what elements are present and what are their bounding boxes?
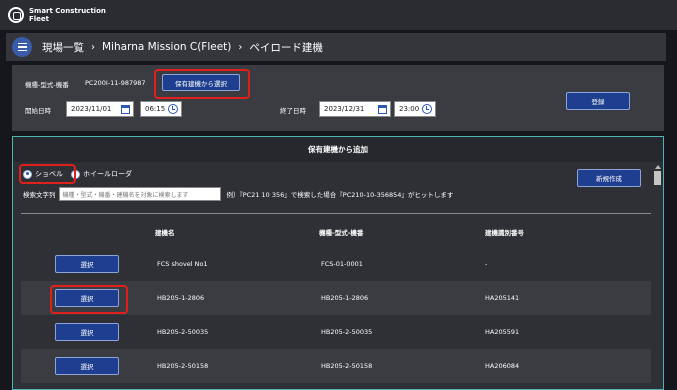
- radio-wheel-loader-label[interactable]: ホイールローダ: [83, 169, 132, 179]
- machine-model: HB205-2-50158: [321, 362, 373, 370]
- breadcrumb: 現場一覧 › Miharna Mission C(Fleet) › ペイロード建…: [6, 33, 666, 61]
- new-machine-button[interactable]: 新規作成: [577, 169, 641, 187]
- end-date-value: 2023/12/31: [324, 105, 365, 113]
- radio-shovel-label[interactable]: ショベル: [35, 169, 63, 179]
- modal-title: 保有建機から追加: [13, 137, 663, 162]
- radio-shovel[interactable]: [23, 169, 32, 179]
- app-header: Smart Construction Fleet: [0, 0, 677, 30]
- select-button[interactable]: 選択: [55, 289, 119, 307]
- owned-machine-modal: 保有建機から追加 ショベル ホイールローダ 新規作成 検索文字列 機種・型式・機…: [12, 136, 664, 390]
- machine-model: FCS-01-0001: [321, 260, 363, 268]
- calendar-icon[interactable]: [378, 105, 387, 114]
- table-row: 選択 HB205-1-2806 HB205-1-2806 HA205141: [21, 281, 651, 315]
- start-date-value: 2023/11/01: [71, 105, 112, 113]
- machine-id: -: [485, 260, 488, 268]
- machine-id: HA205141: [485, 294, 520, 302]
- scrollbar[interactable]: [654, 165, 661, 389]
- machine-name: HB205-2-50158: [157, 362, 209, 370]
- search-placeholder: 機種・型式・機番・建機名を対象に検索します: [62, 191, 189, 199]
- model-value: PC200I-11-987987: [85, 79, 146, 87]
- breadcrumb-item-site-list[interactable]: 現場一覧: [42, 40, 84, 55]
- table-row: 選択 HB205-2-50035 HB205-2-50035 HA205591: [21, 315, 651, 349]
- select-owned-machine-button[interactable]: 保有建機から選択: [162, 74, 240, 91]
- start-time-field[interactable]: 06:15: [140, 101, 182, 117]
- machine-type-radio-group: ショベル ホイールローダ: [23, 169, 132, 179]
- column-header-name: 建機名: [155, 229, 175, 237]
- table-row: 選択 HB205-2-50158 HB205-2-50158 HA206084: [21, 349, 651, 383]
- start-date-field[interactable]: 2023/11/01: [66, 101, 134, 117]
- machine-id: HA206084: [485, 362, 520, 370]
- column-header-model: 機種-型式-機番: [319, 229, 364, 237]
- brand-name: Smart Construction Fleet: [29, 7, 106, 23]
- brand-line1: Smart Construction: [29, 7, 106, 15]
- search-label: 検索文字列: [23, 191, 56, 199]
- machine-name: FCS shovel No1: [157, 260, 208, 268]
- machine-name: HB205-1-2806: [157, 294, 205, 302]
- table-row: 選択 FCS shovel No1 FCS-01-0001 -: [21, 247, 651, 281]
- brand-line2: Fleet: [29, 15, 50, 23]
- end-date-field[interactable]: 2023/12/31: [319, 101, 391, 117]
- machine-model: HB205-1-2806: [321, 294, 369, 302]
- clock-icon[interactable]: [168, 104, 178, 114]
- chevron-right-icon: ›: [238, 41, 243, 53]
- divider: [21, 213, 651, 214]
- breadcrumb-item-current: ペイロード建機: [249, 41, 323, 54]
- machine-name: HB205-2-50035: [157, 328, 209, 336]
- clock-icon[interactable]: [422, 104, 432, 114]
- machine-form: 機種-型式-機番 PC200I-11-987987 保有建機から選択 登録 開始…: [12, 65, 664, 131]
- end-datetime-label: 終了日時: [280, 107, 306, 115]
- end-time-value: 23:00: [399, 105, 420, 113]
- model-label: 機種-型式-機番: [25, 81, 69, 89]
- search-hint: 例）『PC21 10 356』で検索した場合『PC210-10-356854』が…: [226, 191, 454, 199]
- select-button[interactable]: 選択: [55, 357, 119, 375]
- register-button[interactable]: 登録: [566, 92, 630, 110]
- select-button[interactable]: 選択: [55, 323, 119, 341]
- machine-id: HA205591: [485, 328, 520, 336]
- calendar-icon[interactable]: [121, 105, 130, 114]
- start-datetime-label: 開始日時: [25, 107, 51, 115]
- machine-model: HB205-2-50035: [321, 328, 373, 336]
- menu-button[interactable]: [12, 37, 32, 57]
- search-row: 検索文字列 機種・型式・機番・建機名を対象に検索します 例）『PC21 10 3…: [23, 187, 453, 201]
- scroll-thumb[interactable]: [654, 171, 661, 185]
- start-time-value: 06:15: [145, 105, 166, 113]
- select-button[interactable]: 選択: [55, 255, 119, 273]
- radio-wheel-loader[interactable]: [71, 169, 80, 179]
- chevron-right-icon: ›: [91, 41, 95, 53]
- brand-logo-icon: [8, 7, 24, 23]
- end-time-field[interactable]: 23:00: [394, 101, 436, 117]
- scroll-up-icon[interactable]: [654, 165, 661, 169]
- breadcrumb-item-site[interactable]: Miharna Mission C(Fleet): [102, 41, 231, 53]
- column-header-id: 建機識別番号: [485, 229, 524, 237]
- search-input[interactable]: 機種・型式・機番・建機名を対象に検索します: [58, 187, 221, 201]
